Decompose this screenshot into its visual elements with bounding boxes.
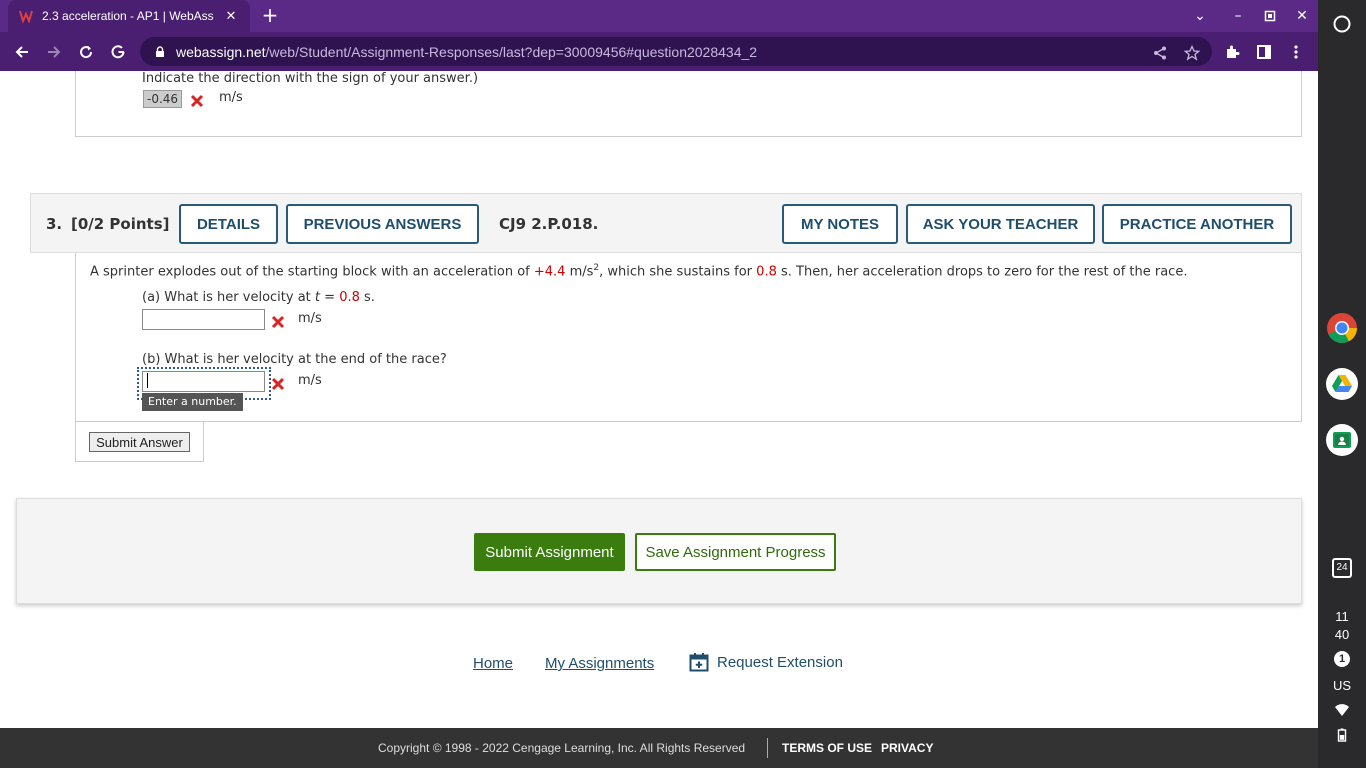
url-text: webassign.net/web/Student/Assignment-Res…: [176, 44, 757, 60]
page-content: Indicate the direction with the sign of …: [0, 71, 1318, 768]
url-host: webassign.net: [176, 43, 266, 60]
incorrect-x-icon: [190, 93, 204, 112]
part-a-suffix: s.: [359, 290, 375, 305]
statement-part-2: , which she sustains for: [599, 264, 757, 280]
part-a-unit: m/s: [298, 311, 322, 326]
request-extension-link[interactable]: Request Extension: [689, 652, 843, 672]
part-a-equals: =: [320, 290, 340, 305]
question-body: A sprinter explodes out of the starting …: [75, 253, 1302, 422]
previous-answers-button[interactable]: PREVIOUS ANSWERS: [286, 204, 479, 244]
extensions-icon[interactable]: [1220, 40, 1244, 64]
address-bar[interactable]: webassign.net/web/Student/Assignment-Res…: [140, 37, 1212, 66]
acceleration-unit: m/s: [565, 264, 594, 280]
tab-search-icon[interactable]: ⌄: [1190, 6, 1210, 26]
details-button[interactable]: DETAILS: [179, 204, 278, 244]
time-value: 0.8: [756, 264, 777, 280]
notification-count-badge[interactable]: 1: [1334, 651, 1350, 667]
save-assignment-progress-button[interactable]: Save Assignment Progress: [635, 533, 836, 571]
statement-part-3: s. Then, her acceleration drops to zero …: [776, 264, 1188, 280]
battery-icon[interactable]: [1334, 727, 1350, 743]
calendar-icon[interactable]: 24: [1326, 552, 1358, 584]
chrome-icon[interactable]: [1326, 312, 1358, 344]
question-statement: A sprinter explodes out of the starting …: [90, 263, 1187, 279]
submit-answer-button[interactable]: Submit Answer: [89, 432, 190, 452]
clock-minute[interactable]: 40: [1318, 627, 1366, 642]
back-arrow-icon[interactable]: [10, 40, 34, 64]
part-a-prompt: (a) What is her velocity at t = 0.8 s.: [142, 290, 375, 305]
tab-strip: 2.3 acceleration - AP1 | WebAssign ✕ + ⌄…: [0, 0, 1318, 32]
browser-menu-icon[interactable]: [1284, 40, 1308, 64]
home-link[interactable]: Home: [473, 655, 513, 672]
question-header: 3. [0/2 Points] DETAILS PREVIOUS ANSWERS…: [30, 193, 1302, 253]
page-footer: Copyright © 1998 - 2022 Cengage Learning…: [0, 728, 1318, 768]
part-a-prefix: (a) What is her velocity at: [142, 290, 315, 305]
reload-icon[interactable]: [74, 40, 98, 64]
side-panel-icon[interactable]: [1252, 40, 1276, 64]
keyboard-locale[interactable]: US: [1318, 678, 1366, 693]
part-b-answer-input[interactable]: [142, 371, 265, 392]
acceleration-value: +4.4: [533, 264, 566, 280]
launcher-icon[interactable]: [1326, 8, 1358, 40]
submit-assignment-button[interactable]: Submit Assignment: [474, 533, 625, 571]
statement-part-1: A sprinter explodes out of the starting …: [90, 264, 534, 280]
wifi-icon[interactable]: [1334, 702, 1350, 718]
part-b-unit: m/s: [298, 373, 322, 388]
previous-answer-field[interactable]: -0.46: [143, 90, 183, 108]
browser-tab[interactable]: 2.3 acceleration - AP1 | WebAssign ✕: [8, 0, 250, 32]
os-shelf: 24 11 40 1 US: [1318, 0, 1366, 768]
tab-close-icon[interactable]: ✕: [222, 9, 240, 24]
ask-your-teacher-button[interactable]: ASK YOUR TEACHER: [906, 204, 1095, 244]
tab-title: 2.3 acceleration - AP1 | WebAssign: [42, 9, 214, 23]
copyright-text: Copyright © 1998 - 2022 Cengage Learning…: [378, 741, 746, 755]
calendar-plus-icon: [689, 653, 709, 672]
my-notes-button[interactable]: MY NOTES: [782, 204, 898, 244]
request-extension-label: Request Extension: [717, 653, 843, 671]
terms-of-use-link[interactable]: TERMS OF USE: [782, 741, 872, 755]
part-b-incorrect-x-icon: [271, 376, 285, 395]
lock-icon: [156, 45, 164, 57]
browser-toolbar: webassign.net/web/Student/Assignment-Res…: [0, 32, 1318, 71]
new-tab-button[interactable]: +: [258, 4, 282, 28]
part-b-prompt: (b) What is her velocity at the end of t…: [142, 352, 447, 367]
enter-number-tooltip: Enter a number.: [142, 393, 243, 411]
maximize-icon[interactable]: [1260, 6, 1280, 26]
privacy-link[interactable]: PRIVACY: [881, 741, 933, 755]
calendar-day: 24: [1332, 558, 1352, 578]
previous-question-box: Indicate the direction with the sign of …: [75, 71, 1302, 137]
previous-instruction: Indicate the direction with the sign of …: [142, 71, 479, 86]
google-drive-icon[interactable]: [1326, 368, 1358, 400]
clock-hour[interactable]: 11: [1318, 609, 1366, 624]
part-a-answer-input[interactable]: [142, 309, 265, 330]
share-icon[interactable]: [1152, 45, 1168, 61]
minimize-icon[interactable]: –: [1228, 6, 1248, 26]
webassign-favicon-icon: [18, 8, 34, 24]
part-a-time: 0.8: [339, 290, 360, 305]
question-points: [0/2 Points]: [71, 215, 170, 233]
submit-answer-container: Submit Answer: [75, 422, 204, 462]
previous-answer-unit: m/s: [219, 90, 243, 105]
question-code: CJ9 2.P.018.: [499, 215, 599, 233]
my-assignments-link[interactable]: My Assignments: [545, 655, 654, 672]
assignment-actions-bar: Submit Assignment Save Assignment Progre…: [16, 498, 1302, 604]
forward-arrow-icon[interactable]: [42, 40, 66, 64]
google-classroom-icon[interactable]: [1326, 424, 1358, 456]
bookmark-star-icon[interactable]: [1183, 44, 1201, 61]
footer-divider: [767, 738, 768, 758]
url-path: /web/Student/Assignment-Responses/last?d…: [265, 43, 758, 60]
close-window-icon[interactable]: ✕: [1292, 6, 1312, 26]
google-icon[interactable]: [106, 40, 130, 64]
practice-another-button[interactable]: PRACTICE ANOTHER: [1102, 204, 1292, 244]
text-caret: [147, 373, 148, 388]
question-number: 3.: [46, 215, 63, 233]
part-a-incorrect-x-icon: [271, 314, 285, 333]
